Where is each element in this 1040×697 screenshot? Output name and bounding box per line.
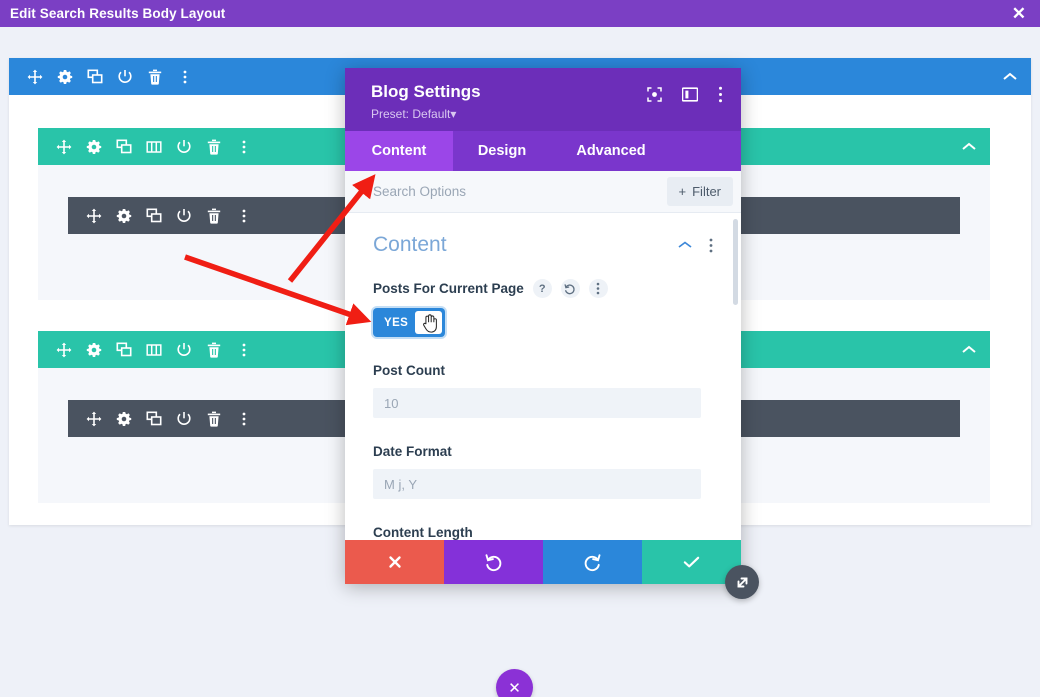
chevron-up-icon[interactable] <box>677 240 693 250</box>
power-icon[interactable] <box>176 342 192 358</box>
filter-button[interactable]: + Filter <box>666 177 733 206</box>
move-icon[interactable] <box>56 139 72 155</box>
columns-icon[interactable] <box>146 342 162 358</box>
undo-icon <box>485 553 502 571</box>
cursor-hand-icon <box>423 314 438 333</box>
search-row: + Filter <box>345 171 741 213</box>
row-toolbar-icons-2 <box>56 341 252 358</box>
section-toolbar-icons <box>27 68 193 85</box>
post-count-input[interactable] <box>373 388 701 418</box>
reset-undo-icon[interactable] <box>560 279 580 298</box>
field-post-count: Post Count <box>373 363 713 418</box>
builder-screen: Edit Search Results Body Layout ✕ Blog S… <box>0 0 1040 697</box>
tab-content[interactable]: Content <box>345 131 453 171</box>
modal-header: Blog Settings Preset: Default▾ <box>345 68 741 131</box>
discard-button[interactable] <box>345 540 444 584</box>
redo-button[interactable] <box>543 540 642 584</box>
trash-icon[interactable] <box>206 411 222 427</box>
panel-layout-icon[interactable] <box>682 87 698 102</box>
posts-for-current-page-toggle[interactable]: YES <box>373 308 445 337</box>
scrollbar-thumb[interactable] <box>733 219 738 305</box>
columns-icon[interactable] <box>146 139 162 155</box>
filter-button-label: Filter <box>692 184 721 199</box>
modal-header-icons <box>647 82 723 103</box>
trash-icon[interactable] <box>147 69 163 85</box>
more-options-icon[interactable] <box>236 411 252 427</box>
close-icon[interactable]: ✕ <box>1012 5 1040 22</box>
gear-icon[interactable] <box>116 208 132 224</box>
chevron-up-icon[interactable] <box>960 141 978 153</box>
builder-close-button[interactable]: ✕ <box>496 669 533 697</box>
modal-footer <box>345 540 741 584</box>
power-icon[interactable] <box>117 69 133 85</box>
module-toolbar-icons-2 <box>86 410 252 427</box>
trash-icon[interactable] <box>206 208 222 224</box>
more-options-icon[interactable] <box>236 342 252 358</box>
modal-scrollbar[interactable] <box>733 213 738 540</box>
modal-tabs: Content Design Advanced <box>345 131 741 171</box>
gear-icon[interactable] <box>116 411 132 427</box>
preset-label: Preset: Default <box>371 107 451 121</box>
more-options-icon[interactable] <box>709 238 713 253</box>
blog-settings-modal: Blog Settings Preset: Default▾ Content D… <box>345 68 741 584</box>
field-date-format: Date Format <box>373 444 713 499</box>
modal-title: Blog Settings <box>371 82 481 101</box>
power-icon[interactable] <box>176 208 192 224</box>
chevron-up-icon[interactable] <box>960 344 978 356</box>
close-x-icon <box>388 556 401 568</box>
help-icon[interactable]: ? <box>532 279 552 298</box>
search-input[interactable] <box>373 184 667 199</box>
gear-icon[interactable] <box>86 342 102 358</box>
duplicate-icon[interactable] <box>146 410 162 427</box>
date-format-input[interactable] <box>373 469 701 499</box>
modal-resize-handle[interactable] <box>725 565 759 599</box>
more-options-icon[interactable] <box>588 279 608 298</box>
more-options-icon[interactable] <box>177 69 193 85</box>
more-options-icon[interactable] <box>236 139 252 155</box>
plus-icon: + <box>678 184 687 199</box>
move-icon[interactable] <box>27 69 43 85</box>
duplicate-icon[interactable] <box>116 138 132 155</box>
preset-selector[interactable]: Preset: Default▾ <box>371 107 481 121</box>
field-label: Posts For Current Page <box>373 281 524 296</box>
field-posts-for-current-page: Posts For Current Page ? YES <box>373 279 713 337</box>
tab-design[interactable]: Design <box>453 131 551 171</box>
move-icon[interactable] <box>86 411 102 427</box>
toggle-knob[interactable] <box>415 311 442 334</box>
duplicate-icon[interactable] <box>116 341 132 358</box>
check-icon <box>683 556 700 568</box>
top-admin-bar: Edit Search Results Body Layout ✕ <box>0 0 1040 27</box>
modal-body: Content Posts For Current Page ? YES Pos… <box>345 213 741 540</box>
trash-icon[interactable] <box>206 342 222 358</box>
chevron-up-icon[interactable] <box>1001 71 1019 83</box>
chevron-down-icon[interactable]: ▾ <box>450 107 456 121</box>
toggle-value: YES <box>384 316 409 329</box>
undo-button[interactable] <box>444 540 543 584</box>
content-section-title: Content <box>373 233 447 256</box>
resize-diagonal-icon <box>737 577 747 587</box>
move-icon[interactable] <box>86 208 102 224</box>
duplicate-icon[interactable] <box>87 68 103 85</box>
power-icon[interactable] <box>176 411 192 427</box>
field-label: Post Count <box>373 363 445 378</box>
page-title: Edit Search Results Body Layout <box>10 6 226 21</box>
duplicate-icon[interactable] <box>146 207 162 224</box>
focus-target-icon[interactable] <box>647 87 662 102</box>
tab-advanced[interactable]: Advanced <box>551 131 671 171</box>
more-options-icon[interactable] <box>718 86 723 103</box>
trash-icon[interactable] <box>206 139 222 155</box>
gear-icon[interactable] <box>57 69 73 85</box>
gear-icon[interactable] <box>86 139 102 155</box>
module-toolbar-icons-1 <box>86 207 252 224</box>
field-label: Content Length <box>373 525 473 540</box>
content-section-header: Content <box>373 233 713 257</box>
move-icon[interactable] <box>56 342 72 358</box>
more-options-icon[interactable] <box>236 208 252 224</box>
field-label: Date Format <box>373 444 452 459</box>
power-icon[interactable] <box>176 139 192 155</box>
redo-icon <box>584 553 601 571</box>
field-content-length: Content Length <box>373 525 713 540</box>
row-toolbar-icons-1 <box>56 138 252 155</box>
